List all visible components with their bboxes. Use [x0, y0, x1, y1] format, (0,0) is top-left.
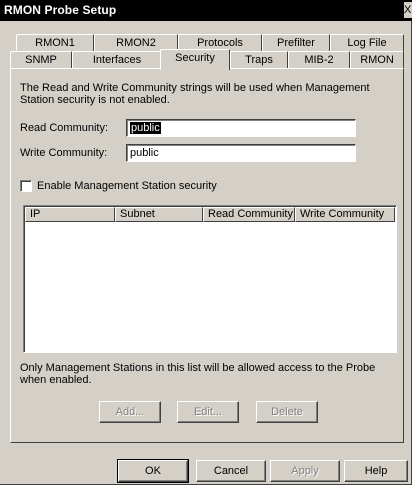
enable-security-checkbox[interactable] [20, 180, 32, 192]
tab-traps[interactable]: Traps [230, 51, 288, 69]
delete-button[interactable]: Delete [256, 401, 318, 423]
rmon-probe-setup-dialog: RMON Probe Setup X RMON1 RMON2 Protocols… [0, 0, 412, 485]
column-header-ip[interactable]: IP [25, 207, 115, 222]
security-panel: The Read and Write Community strings wil… [10, 68, 404, 443]
write-community-value: public [130, 147, 159, 159]
tab-interfaces[interactable]: Interfaces [72, 51, 162, 69]
tab-snmp[interactable]: SNMP [10, 51, 72, 69]
management-station-list[interactable]: IP Subnet Read Community Write Community [23, 205, 397, 353]
read-community-label: Read Community: [20, 122, 109, 134]
tab-security[interactable]: Security [160, 49, 230, 70]
tab-mib-2[interactable]: MIB-2 [288, 51, 350, 69]
tab-log-file[interactable]: Log File [330, 34, 404, 52]
apply-button[interactable]: Apply [270, 460, 340, 482]
enable-security-label[interactable]: Enable Management Station security [37, 180, 217, 192]
community-intro-text: The Read and Write Community strings wil… [20, 82, 370, 106]
close-button[interactable]: X [404, 2, 412, 18]
write-community-field[interactable]: public [126, 144, 356, 162]
column-header-write-community[interactable]: Write Community [295, 207, 395, 222]
column-header-subnet[interactable]: Subnet [115, 207, 203, 222]
tab-rmon[interactable]: RMON [350, 51, 404, 69]
edit-button[interactable]: Edit... [177, 401, 239, 423]
column-header-read-community[interactable]: Read Community [203, 207, 295, 222]
ok-button[interactable]: OK [117, 459, 189, 483]
tab-rmon1[interactable]: RMON1 [16, 34, 94, 52]
read-community-value: public [130, 122, 161, 134]
tab-prefilter[interactable]: Prefilter [262, 34, 330, 52]
cancel-button[interactable]: Cancel [196, 460, 266, 482]
window-title: RMON Probe Setup [4, 3, 117, 17]
read-community-field[interactable]: public [126, 119, 356, 137]
help-button[interactable]: Help [344, 460, 408, 482]
access-note-text: Only Management Stations in this list wi… [20, 362, 376, 386]
write-community-label: Write Community: [20, 147, 108, 159]
add-button[interactable]: Add... [99, 401, 161, 423]
title-bar[interactable]: RMON Probe Setup X [0, 0, 412, 21]
